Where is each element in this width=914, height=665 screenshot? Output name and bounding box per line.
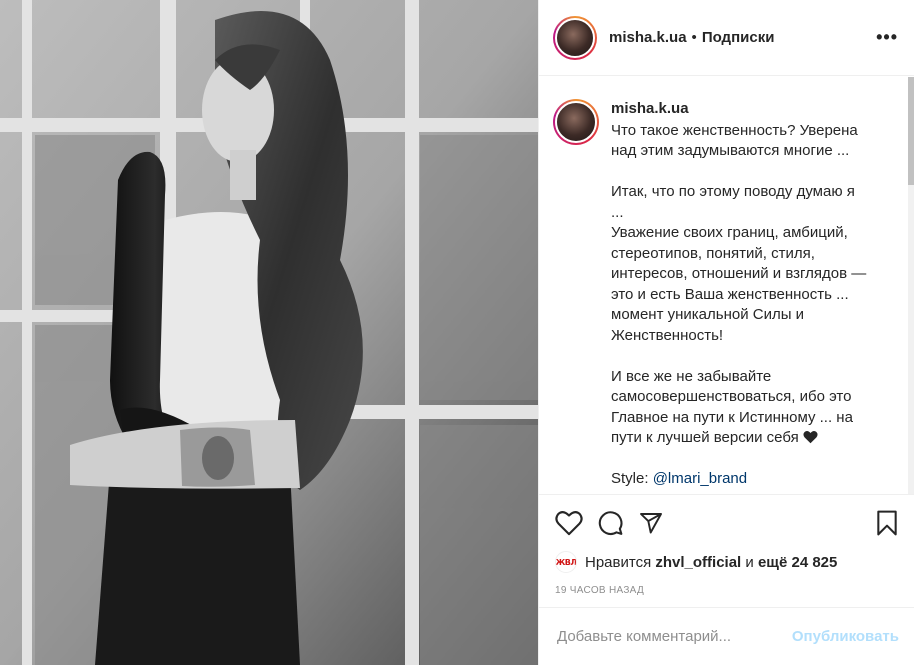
liker-avatar[interactable]: ЖВЛ: [555, 551, 577, 573]
liker-username[interactable]: zhvl_official: [655, 554, 741, 571]
caption-line: интересов, отношений и взглядов —: [611, 265, 867, 282]
profile-avatar[interactable]: [553, 15, 597, 60]
caption-line-last: пути к лучшей версии себя: [611, 428, 899, 449]
action-bar: [555, 509, 899, 537]
post-username[interactable]: misha.k.ua: [609, 29, 687, 46]
heart-icon[interactable]: [555, 510, 583, 536]
post-timestamp[interactable]: 19 ЧАСОВ НАЗАД: [555, 585, 899, 596]
caption-line: Что такое женственность? Уверена: [611, 121, 858, 139]
caption-line: Главное на пути к Истинному ... на: [611, 408, 853, 426]
share-icon[interactable]: [638, 511, 664, 535]
caption-scrollbar[interactable]: [908, 77, 914, 494]
actions-section: ЖВЛ Нравится zhvl_official и ещё 24 825 …: [539, 494, 914, 606]
likes-row: ЖВЛ Нравится zhvl_official и ещё 24 825: [555, 549, 899, 575]
post-detail-panel: misha.k.ua • Подписки ••• misha.k.ua Что…: [538, 0, 914, 665]
post-photo[interactable]: [0, 0, 538, 665]
caption-line: Итак, что по этому поводу думаю я: [611, 183, 855, 200]
likes-prefix: Нравится: [585, 553, 652, 571]
publish-button[interactable]: Опубликовать: [792, 628, 899, 645]
caption-line: Женственность!: [611, 326, 724, 344]
style-mention-link[interactable]: @lmari_brand: [653, 470, 747, 487]
caption-line: момент уникальной Силы и: [611, 306, 805, 323]
caption-section: misha.k.ua Что такое женственность? Увер…: [539, 77, 914, 494]
scrollbar-thumb[interactable]: [908, 77, 914, 185]
caption-line: это и есть Ваша женственность ...: [611, 285, 849, 303]
caption-avatar[interactable]: [553, 99, 599, 145]
caption-style-line: Style: @lmari_brand: [611, 469, 899, 490]
more-horizontal-icon[interactable]: •••: [876, 27, 898, 48]
caption-line: Уважение своих границ, амбиций,: [611, 224, 848, 241]
photo-illustration: [0, 0, 538, 665]
caption-line: И все же не забывайте: [611, 367, 772, 385]
caption-line: ...: [611, 203, 624, 221]
caption-username[interactable]: misha.k.ua: [611, 99, 899, 120]
style-label: Style:: [611, 470, 653, 487]
caption-text: misha.k.ua Что такое женственность? Увер…: [611, 99, 899, 494]
black-heart-icon: [803, 430, 818, 444]
likes-count-link[interactable]: ещё 24 825: [758, 554, 837, 571]
post-header: misha.k.ua • Подписки •••: [539, 0, 914, 76]
following-button[interactable]: Подписки: [702, 29, 775, 46]
liker-avatar-logo: ЖВЛ: [555, 557, 577, 567]
comment-input[interactable]: [557, 628, 792, 645]
separator-dot: •: [691, 29, 697, 46]
likes-middle: и: [745, 553, 754, 571]
caption-line: над этим задумываются многие ...: [611, 142, 850, 159]
comment-icon[interactable]: [597, 510, 624, 536]
comment-box: Опубликовать: [539, 607, 914, 665]
bookmark-icon[interactable]: [875, 510, 899, 536]
caption-line: пути к лучшей версии себя: [611, 429, 799, 446]
likes-text: Нравится zhvl_official и ещё 24 825: [585, 554, 837, 571]
caption-line: стереотипов, понятий, стиля,: [611, 244, 815, 262]
caption-line: самосовершенствоваться, ибо это: [611, 388, 852, 405]
